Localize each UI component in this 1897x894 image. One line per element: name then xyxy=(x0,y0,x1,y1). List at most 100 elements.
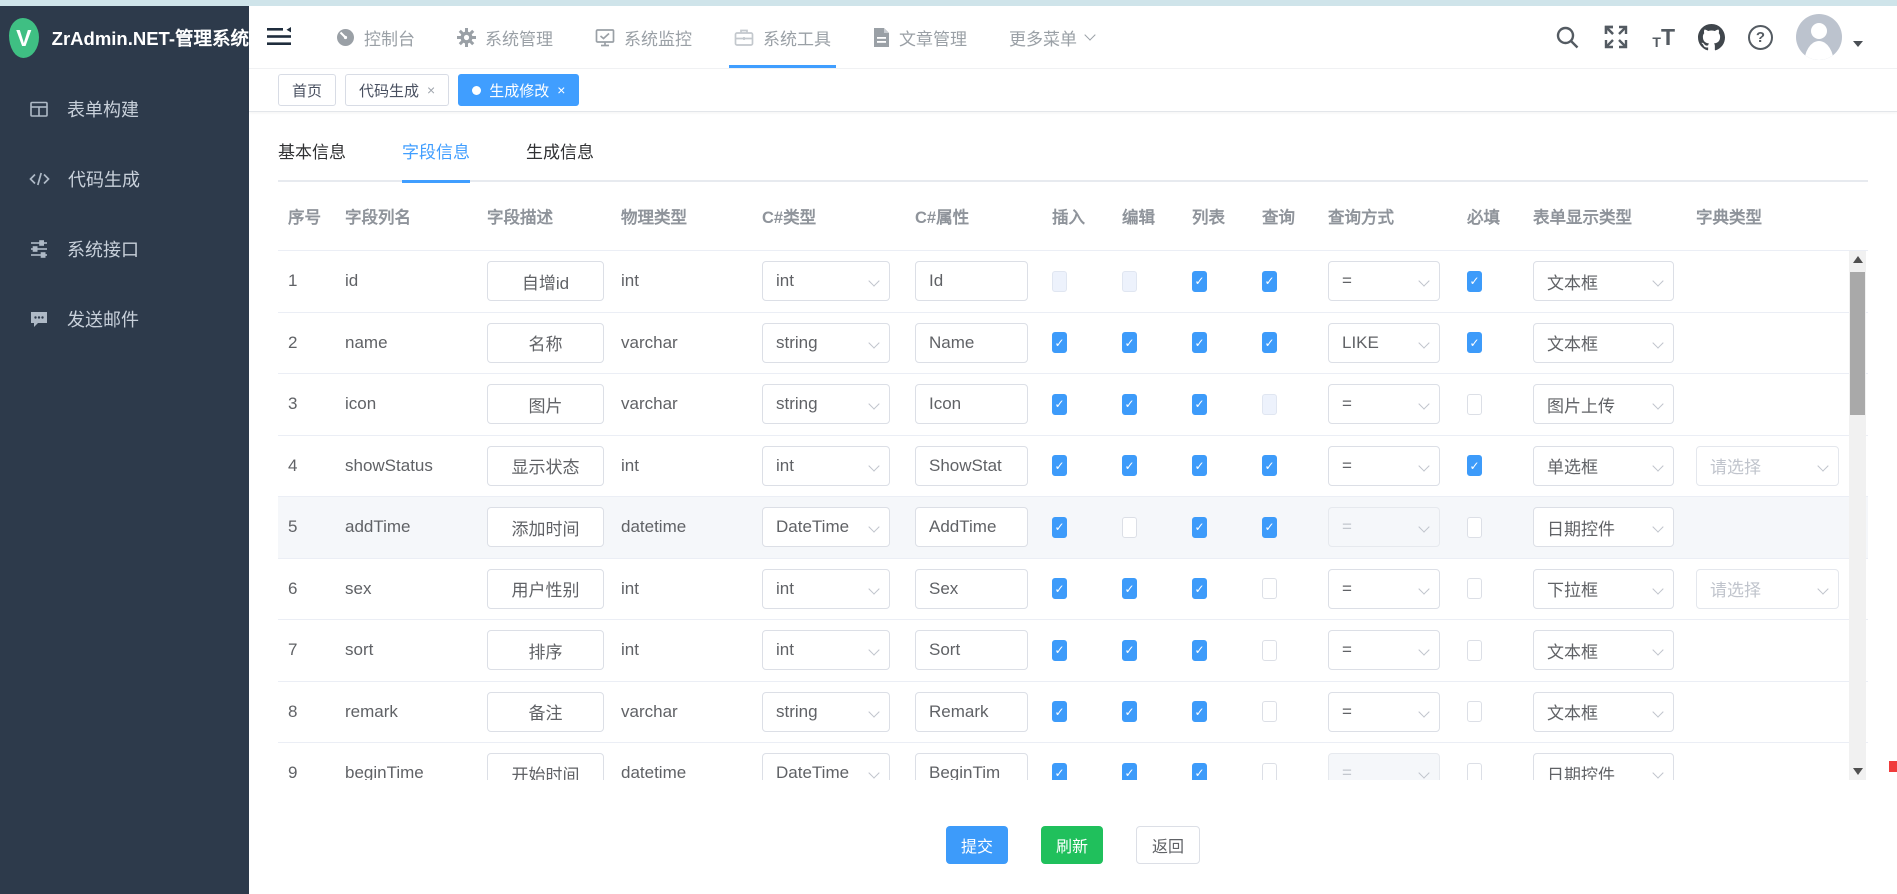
font-size-icon[interactable]: TT xyxy=(1652,26,1675,49)
back-button[interactable]: 返回 xyxy=(1136,826,1200,864)
field-description-input[interactable]: 备注 xyxy=(487,692,604,732)
field-description-input[interactable]: 添加时间 xyxy=(487,507,604,547)
query-type-select[interactable]: = xyxy=(1328,630,1440,670)
insert-checkbox[interactable]: ✓ xyxy=(1052,332,1067,353)
edit-checkbox[interactable]: ✓ xyxy=(1122,332,1137,353)
display-type-select[interactable]: 下拉框 xyxy=(1533,569,1674,609)
table-scrollbar[interactable] xyxy=(1849,251,1866,780)
tab-generation-info[interactable]: 生成信息 xyxy=(526,138,594,180)
display-type-select[interactable]: 文本框 xyxy=(1533,261,1674,301)
list-checkbox[interactable]: ✓ xyxy=(1192,701,1207,722)
field-description-input[interactable]: 名称 xyxy=(487,323,604,363)
display-type-select[interactable]: 单选框 xyxy=(1533,446,1674,486)
required-checkbox[interactable] xyxy=(1467,394,1482,415)
edit-checkbox[interactable]: ✓ xyxy=(1122,394,1137,415)
display-type-select[interactable]: 文本框 xyxy=(1533,323,1674,363)
query-checkbox[interactable]: ✓ xyxy=(1262,517,1277,538)
edit-checkbox[interactable]: ✓ xyxy=(1122,640,1137,661)
help-icon[interactable]: ? xyxy=(1748,25,1773,50)
scrollbar-thumb[interactable] xyxy=(1850,272,1865,415)
search-icon[interactable] xyxy=(1555,25,1580,50)
required-checkbox[interactable]: ✓ xyxy=(1467,271,1482,292)
edit-checkbox[interactable]: ✓ xyxy=(1122,701,1137,722)
topnav-item-more-menu[interactable]: 更多菜单 xyxy=(988,6,1115,68)
required-checkbox[interactable]: ✓ xyxy=(1467,332,1482,353)
cs-property-input[interactable]: Name xyxy=(915,323,1028,363)
topnav-item-system-monitor[interactable]: 系统监控 xyxy=(574,6,713,68)
required-checkbox[interactable] xyxy=(1467,763,1482,780)
tab-field-info[interactable]: 字段信息 xyxy=(402,138,470,180)
insert-checkbox[interactable]: ✓ xyxy=(1052,517,1067,538)
query-type-select[interactable]: = xyxy=(1328,261,1440,301)
cs-property-input[interactable]: BeginTim xyxy=(915,753,1028,780)
sidebar-item-send-mail[interactable]: 发送邮件 xyxy=(0,284,249,354)
tag-code-generation[interactable]: 代码生成 × xyxy=(345,74,449,106)
query-type-select[interactable]: = xyxy=(1328,692,1440,732)
required-checkbox[interactable] xyxy=(1467,701,1482,722)
query-type-select[interactable]: LIKE xyxy=(1328,323,1440,363)
scroll-down-button[interactable] xyxy=(1849,763,1866,780)
field-description-input[interactable]: 排序 xyxy=(487,630,604,670)
insert-checkbox[interactable]: ✓ xyxy=(1052,394,1067,415)
cs-property-input[interactable]: Remark xyxy=(915,692,1028,732)
insert-checkbox[interactable]: ✓ xyxy=(1052,578,1067,599)
query-checkbox[interactable]: ✓ xyxy=(1262,455,1277,476)
field-description-input[interactable]: 显示状态 xyxy=(487,446,604,486)
field-description-input[interactable]: 自增id xyxy=(487,261,604,301)
field-description-input[interactable]: 用户性别 xyxy=(487,569,604,609)
dict-type-select[interactable]: 请选择 xyxy=(1696,446,1839,486)
sidebar-collapse-button[interactable] xyxy=(267,27,291,47)
fullscreen-icon[interactable] xyxy=(1603,24,1629,50)
cs-type-select[interactable]: int xyxy=(762,261,890,301)
insert-checkbox[interactable]: ✓ xyxy=(1052,455,1067,476)
insert-checkbox[interactable]: ✓ xyxy=(1052,763,1067,780)
display-type-select[interactable]: 文本框 xyxy=(1533,630,1674,670)
required-checkbox[interactable] xyxy=(1467,578,1482,599)
cs-property-input[interactable]: Sex xyxy=(915,569,1028,609)
display-type-select[interactable]: 文本框 xyxy=(1533,692,1674,732)
cs-type-select[interactable]: int xyxy=(762,569,890,609)
tag-generation-edit[interactable]: 生成修改 × xyxy=(458,74,579,106)
cs-type-select[interactable]: string xyxy=(762,692,890,732)
field-description-input[interactable]: 开始时间 xyxy=(487,753,604,780)
query-type-select[interactable]: = xyxy=(1328,446,1440,486)
user-avatar[interactable] xyxy=(1796,14,1842,60)
close-icon[interactable]: × xyxy=(427,82,435,98)
tag-home[interactable]: 首页 xyxy=(278,74,336,106)
insert-checkbox[interactable]: ✓ xyxy=(1052,701,1067,722)
edit-checkbox[interactable]: ✓ xyxy=(1122,578,1137,599)
field-description-input[interactable]: 图片 xyxy=(487,384,604,424)
list-checkbox[interactable]: ✓ xyxy=(1192,578,1207,599)
topnav-item-console[interactable]: 控制台 xyxy=(315,6,436,68)
query-checkbox[interactable] xyxy=(1262,640,1277,661)
display-type-select[interactable]: 日期控件 xyxy=(1533,753,1674,780)
github-icon[interactable] xyxy=(1698,24,1725,51)
cs-type-select[interactable]: int xyxy=(762,630,890,670)
required-checkbox[interactable]: ✓ xyxy=(1467,455,1482,476)
sidebar-item-api[interactable]: 系统接口 xyxy=(0,214,249,284)
submit-button[interactable]: 提交 xyxy=(946,826,1008,864)
query-checkbox[interactable] xyxy=(1262,701,1277,722)
tab-basic-info[interactable]: 基本信息 xyxy=(278,138,346,180)
query-checkbox[interactable] xyxy=(1262,763,1277,780)
edit-checkbox[interactable]: ✓ xyxy=(1122,455,1137,476)
topnav-item-system-tools[interactable]: 系统工具 xyxy=(713,6,852,68)
sidebar-item-form-builder[interactable]: 表单构建 xyxy=(0,74,249,144)
display-type-select[interactable]: 图片上传 xyxy=(1533,384,1674,424)
cs-property-input[interactable]: Id xyxy=(915,261,1028,301)
cs-type-select[interactable]: int xyxy=(762,446,890,486)
query-checkbox[interactable] xyxy=(1262,578,1277,599)
list-checkbox[interactable]: ✓ xyxy=(1192,332,1207,353)
query-type-select[interactable]: = xyxy=(1328,384,1440,424)
query-type-select[interactable]: = xyxy=(1328,569,1440,609)
topnav-item-system-management[interactable]: 系统管理 xyxy=(436,6,574,68)
list-checkbox[interactable]: ✓ xyxy=(1192,455,1207,476)
cs-property-input[interactable]: ShowStat xyxy=(915,446,1028,486)
query-checkbox[interactable]: ✓ xyxy=(1262,271,1277,292)
display-type-select[interactable]: 日期控件 xyxy=(1533,507,1674,547)
dict-type-select[interactable]: 请选择 xyxy=(1696,569,1839,609)
cs-type-select[interactable]: DateTime xyxy=(762,507,890,547)
cs-property-input[interactable]: AddTime xyxy=(915,507,1028,547)
required-checkbox[interactable] xyxy=(1467,517,1482,538)
cs-property-input[interactable]: Icon xyxy=(915,384,1028,424)
